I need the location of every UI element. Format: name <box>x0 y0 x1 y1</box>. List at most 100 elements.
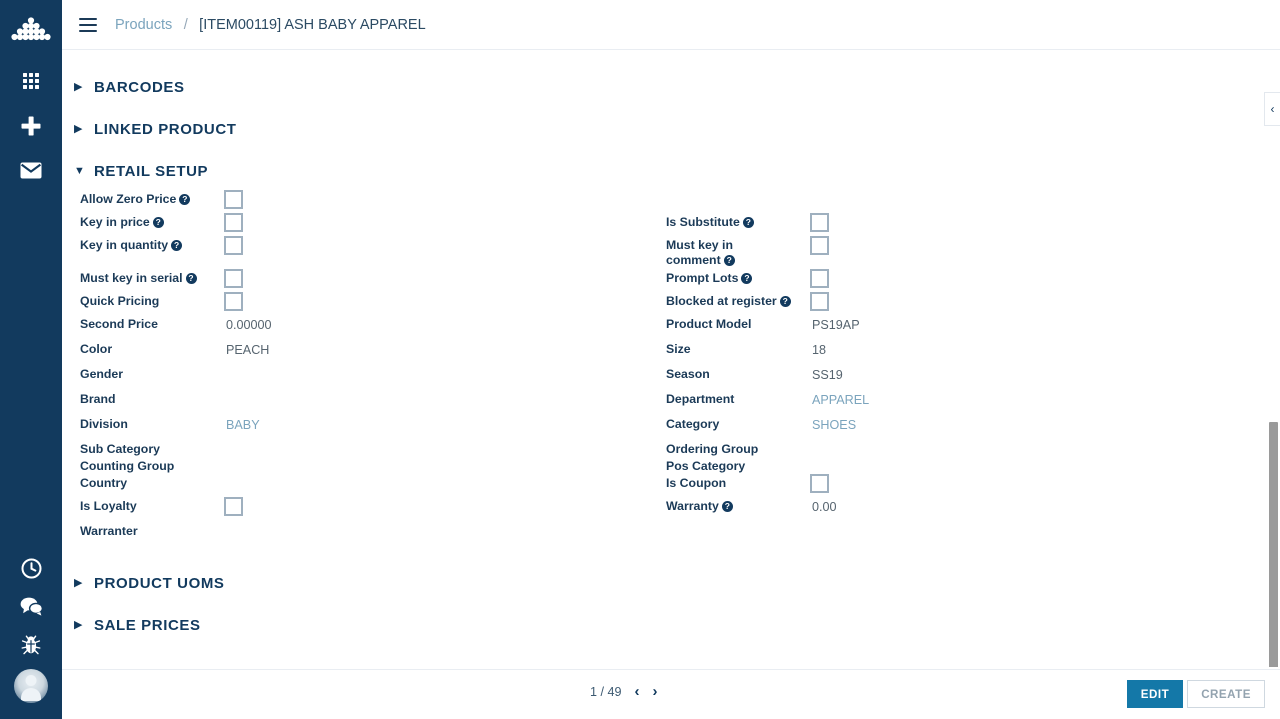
help-icon[interactable]: ? <box>179 194 191 205</box>
field-value-link[interactable]: BABY <box>226 418 260 433</box>
field-label-text: Color <box>80 342 113 356</box>
checkbox[interactable] <box>224 269 243 288</box>
field-row: Color PEACH <box>80 342 420 366</box>
checkbox[interactable] <box>810 213 829 232</box>
app-root: Products / [ITEM00119] ASH BABY APPAREL … <box>0 0 1280 719</box>
field-value-link[interactable]: APPAREL <box>812 393 869 408</box>
field-label: Warranter <box>80 524 230 539</box>
help-icon[interactable]: ? <box>721 501 733 512</box>
field-label-text: Season <box>666 367 710 381</box>
help-icon[interactable]: ? <box>779 296 791 307</box>
breadcrumb-current-item: [ITEM00119] ASH BABY APPAREL <box>199 16 426 33</box>
field-row: Division BABY <box>80 417 420 441</box>
field-label: Season <box>666 367 816 382</box>
pyramid-logo[interactable] <box>0 0 62 58</box>
field-label-text: Gender <box>80 367 124 381</box>
field-row: Category SHOES <box>666 417 1006 441</box>
help-icon[interactable]: ? <box>741 273 753 284</box>
topbar: Products / [ITEM00119] ASH BABY APPAREL <box>62 0 1280 50</box>
chevron-right-icon: ▶ <box>74 618 83 631</box>
section-header-linked-product[interactable]: ▶ LINKED PRODUCT <box>62 108 1280 150</box>
field-label-text: Product Model <box>666 317 752 331</box>
breadcrumb: Products / [ITEM00119] ASH BABY APPAREL <box>115 16 426 34</box>
field-value: 0.00 <box>812 500 837 514</box>
field-label-text: Pos Category <box>666 459 746 473</box>
breadcrumb-separator: / <box>183 16 188 33</box>
section-header-retail-setup[interactable]: ▼ RETAIL SETUP <box>62 150 1280 192</box>
checkbox[interactable] <box>224 497 243 516</box>
breadcrumb-products-link[interactable]: Products <box>115 17 172 33</box>
prev-page-chevron-left-icon[interactable]: ‹ <box>635 684 640 699</box>
field-row: Brand <box>80 392 420 416</box>
field-row: Warranter <box>80 524 420 548</box>
checkbox[interactable] <box>224 236 243 255</box>
help-icon[interactable]: ? <box>152 217 164 228</box>
field-row: Must key in comment? <box>666 236 1006 267</box>
field-label: Second Price <box>80 317 230 332</box>
checkbox[interactable] <box>810 292 829 311</box>
field-label-text: Warranty <box>666 499 719 513</box>
section-header-product-uoms[interactable]: ▶ PRODUCT UOMS <box>62 562 1280 604</box>
field-label: Department <box>666 392 816 407</box>
help-icon[interactable]: ? <box>742 217 754 228</box>
hamburger-menu-icon[interactable] <box>79 17 97 32</box>
help-icon[interactable]: ? <box>171 240 183 251</box>
chevron-right-icon: ▶ <box>74 80 83 93</box>
field-row: Product Model PS19AP <box>666 317 1006 341</box>
field-label: Product Model <box>666 317 816 332</box>
field-row: Prompt Lots? <box>666 269 1006 295</box>
chat-icon[interactable] <box>0 587 62 625</box>
field-label-text: Key in price <box>80 215 150 229</box>
field-label-text: Prompt Lots <box>666 271 739 285</box>
checkbox[interactable] <box>810 269 829 288</box>
clock-icon[interactable] <box>0 549 62 587</box>
field-row: Season SS19 <box>666 367 1006 391</box>
checkbox[interactable] <box>810 236 829 255</box>
help-icon[interactable]: ? <box>185 273 197 284</box>
field-label: Ordering Group <box>666 442 816 457</box>
envelope-icon[interactable] <box>0 148 62 193</box>
create-button[interactable]: CREATE <box>1187 680 1265 708</box>
field-row: Is Substitute? <box>666 213 1006 239</box>
checkbox[interactable] <box>810 474 829 493</box>
vertical-scrollbar-thumb[interactable] <box>1269 422 1278 667</box>
avatar[interactable] <box>14 669 48 703</box>
edit-button[interactable]: EDIT <box>1126 680 1184 708</box>
help-icon[interactable]: ? <box>723 255 735 266</box>
field-label-text: Is Coupon <box>666 476 727 490</box>
next-page-chevron-right-icon[interactable]: › <box>653 684 658 699</box>
field-row: Allow Zero Price? <box>80 190 420 216</box>
page-indicator: 1 / 49 <box>590 684 622 699</box>
plus-icon[interactable] <box>0 103 62 148</box>
footer-bar: 1 / 49 ‹ › EDIT CREATE <box>62 669 1280 719</box>
field-label: Warranty? <box>666 499 816 514</box>
field-label-text: Country <box>80 476 128 490</box>
field-label-text: Division <box>80 417 128 431</box>
field-value: 18 <box>812 343 827 357</box>
field-row: Size 18 <box>666 342 1006 366</box>
field-label: Key in quantity? <box>80 238 230 253</box>
field-label-text: Ordering Group <box>666 442 759 456</box>
grid-apps-icon[interactable] <box>0 58 62 103</box>
field-row: Second Price 0.00000 <box>80 317 420 341</box>
field-label: Pos Category <box>666 459 816 474</box>
main-area: Products / [ITEM00119] ASH BABY APPAREL … <box>62 0 1280 719</box>
section-title-linked-product: LINKED PRODUCT <box>94 120 237 138</box>
pagination: 1 / 49 ‹ › <box>590 684 658 699</box>
field-label-text: Is Substitute <box>666 215 740 229</box>
field-label: Division <box>80 417 230 432</box>
field-row: Department APPAREL <box>666 392 1006 416</box>
section-header-barcodes[interactable]: ▶ BARCODES <box>62 66 1280 108</box>
field-value: PS19AP <box>812 318 860 332</box>
field-label-text: Department <box>666 392 735 406</box>
field-label-text: Category <box>666 417 720 431</box>
checkbox[interactable] <box>224 292 243 311</box>
checkbox[interactable] <box>224 190 243 209</box>
section-header-sale-prices[interactable]: ▶ SALE PRICES <box>62 604 1280 646</box>
field-label-text: Key in quantity <box>80 238 169 252</box>
bug-icon[interactable] <box>0 625 62 663</box>
field-value: PEACH <box>226 343 270 357</box>
field-row: Gender <box>80 367 420 391</box>
field-value-link[interactable]: SHOES <box>812 418 856 433</box>
checkbox[interactable] <box>224 213 243 232</box>
